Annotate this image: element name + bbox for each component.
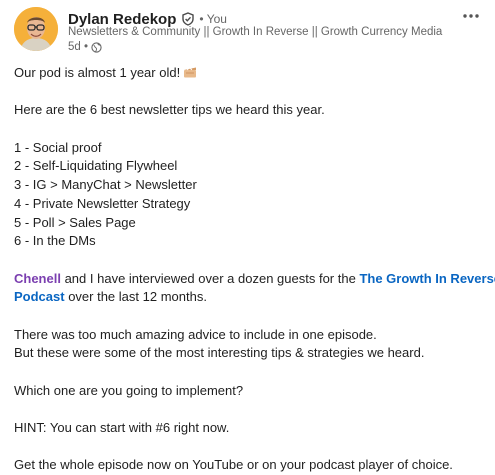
tip-item: 2 - Self-Liquidating Flywheel <box>14 158 178 174</box>
more-options-button[interactable] <box>458 6 484 26</box>
globe-icon <box>91 41 102 53</box>
advice-line-2: But these were some of the most interest… <box>14 345 425 361</box>
podcast-link-part2[interactable]: Podcast <box>14 289 65 304</box>
intro-text: Our pod is almost 1 year old! <box>14 65 181 80</box>
author-headline: Newsletters & Community || Growth In Rev… <box>68 26 443 38</box>
cta-line: Get the whole episode now on YouTube or … <box>14 457 453 473</box>
question-line: Which one are you going to implement? <box>14 382 244 398</box>
mention-chenell[interactable]: Chenell <box>14 271 61 286</box>
intro-line: Our pod is almost 1 year old! <box>14 64 484 83</box>
interview-line-1: Chenell and I have interviewed over a do… <box>14 270 495 289</box>
interview-line-2: Podcast over the last 12 months. <box>14 288 484 307</box>
more-options-icon <box>463 14 479 18</box>
hint-line: HINT: You can start with #6 right now. <box>14 420 230 436</box>
tip-item: 6 - In the DMs <box>14 233 96 249</box>
tip-item: 1 - Social proof <box>14 139 102 155</box>
linkedin-post: Dylan Redekop • You Newsletters & Commun… <box>0 0 495 472</box>
advice-line-1: There was too much amazing advice to inc… <box>14 326 377 342</box>
tip-item: 3 - IG > ManyChat > Newsletter <box>14 177 197 193</box>
interview-text: and I have interviewed over a dozen gues… <box>60 270 360 286</box>
podcast-link-part1[interactable]: The Growth In Reverse <box>359 271 495 286</box>
author-name[interactable]: Dylan Redekop <box>68 11 176 28</box>
post-time: 5d • <box>68 41 89 53</box>
interview-tail: over the last 12 months. <box>64 289 207 305</box>
verified-shield-icon <box>181 12 195 26</box>
post-meta: 5d • <box>68 41 102 53</box>
avatar-photo <box>14 7 58 51</box>
you-badge: • You <box>199 12 227 26</box>
party-clapper-icon <box>183 66 197 78</box>
subhead-line: Here are the 6 best newsletter tips we h… <box>14 102 325 118</box>
tip-item: 5 - Poll > Sales Page <box>14 214 136 230</box>
tip-item: 4 - Private Newsletter Strategy <box>14 195 191 211</box>
author-avatar[interactable] <box>14 7 58 51</box>
post-body: Our pod is almost 1 year old! Here are t… <box>14 64 495 475</box>
